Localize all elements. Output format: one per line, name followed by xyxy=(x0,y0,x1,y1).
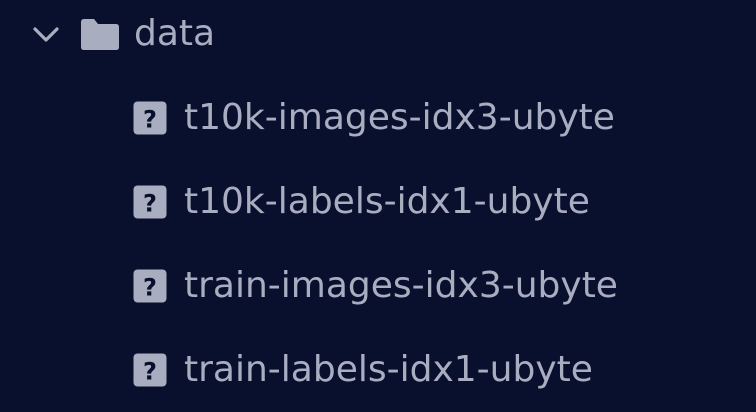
file-row[interactable]: ? train-images-idx3-ubyte xyxy=(0,244,756,328)
file-row[interactable]: ? t10k-images-idx3-ubyte xyxy=(0,76,756,160)
file-label: t10k-images-idx3-ubyte xyxy=(184,97,615,138)
folder-row-data[interactable]: data xyxy=(0,0,756,76)
file-label: t10k-labels-idx1-ubyte xyxy=(184,181,590,222)
svg-text:?: ? xyxy=(143,190,157,218)
file-row[interactable]: ? t10k-labels-idx1-ubyte xyxy=(0,160,756,244)
file-explorer-tree: data ? t10k-images-idx3-ubyte ? t10k-lab… xyxy=(0,0,756,412)
folder-icon xyxy=(78,16,122,52)
unknown-file-icon: ? xyxy=(132,268,168,304)
file-label: train-images-idx3-ubyte xyxy=(184,265,618,306)
file-row[interactable]: ? train-labels-idx1-ubyte xyxy=(0,328,756,412)
folder-label: data xyxy=(134,13,216,54)
chevron-down-icon[interactable] xyxy=(30,20,62,48)
svg-text:?: ? xyxy=(143,274,157,302)
unknown-file-icon: ? xyxy=(132,184,168,220)
svg-text:?: ? xyxy=(143,358,157,386)
unknown-file-icon: ? xyxy=(132,100,168,136)
unknown-file-icon: ? xyxy=(132,352,168,388)
svg-text:?: ? xyxy=(143,106,157,134)
file-label: train-labels-idx1-ubyte xyxy=(184,349,593,390)
